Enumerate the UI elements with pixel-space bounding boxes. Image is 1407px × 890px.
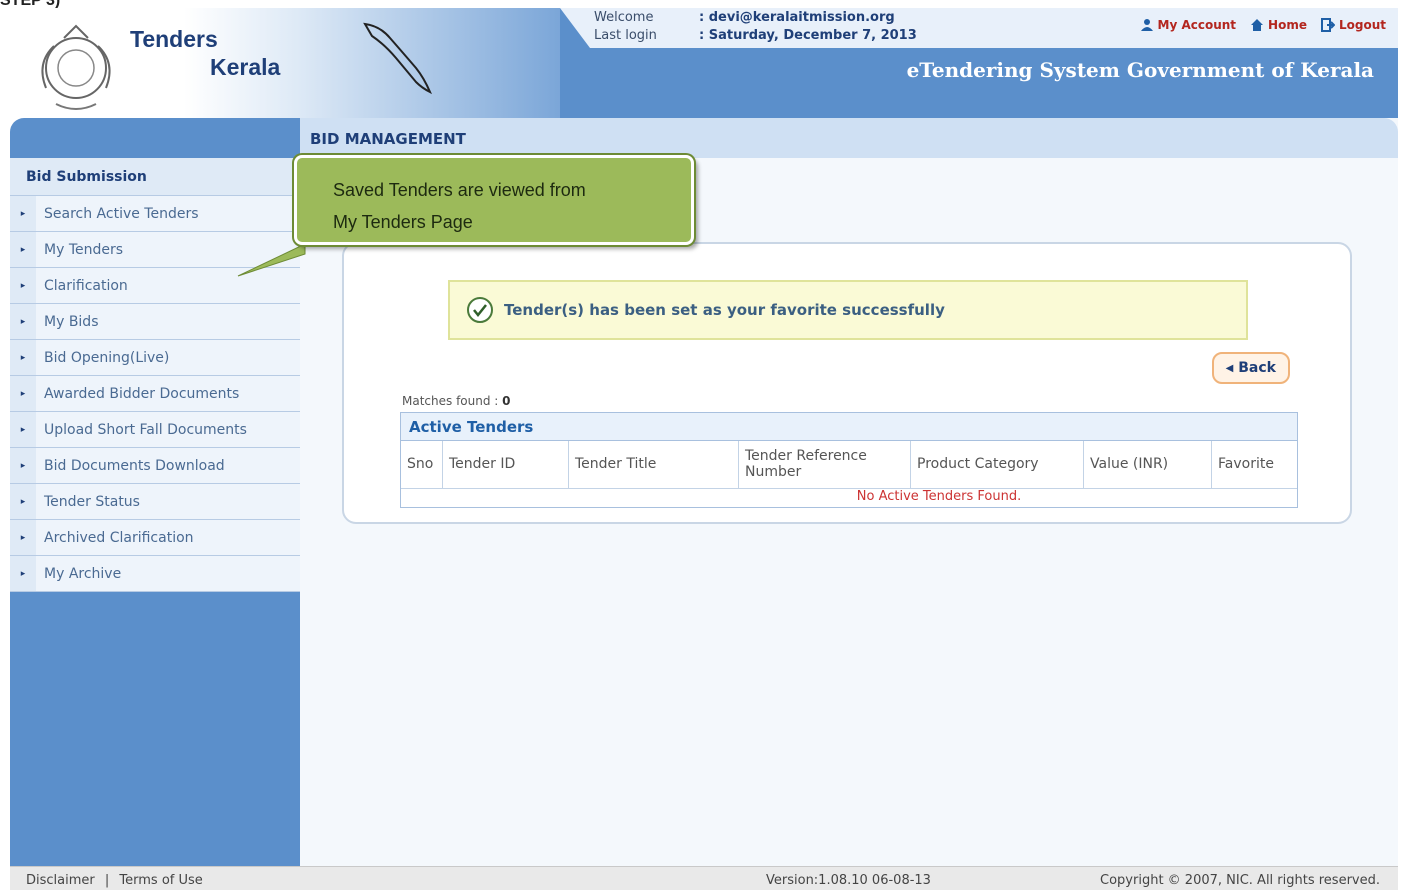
column-header[interactable]: Favorite xyxy=(1212,441,1292,488)
bullet-arrow-icon: ▸ xyxy=(10,556,36,591)
logo-title-kerala: Kerala xyxy=(210,54,281,80)
column-header[interactable]: Tender Title xyxy=(569,441,739,488)
footer-links: Disclaimer | Terms of Use xyxy=(26,873,203,888)
sidebar-top xyxy=(10,118,300,158)
logo-title-tenders: Tenders xyxy=(130,26,218,52)
callout-annotation: Saved Tenders are viewed from My Tenders… xyxy=(294,155,694,245)
column-header[interactable]: Tender Reference Number xyxy=(739,441,911,488)
logout-icon xyxy=(1320,18,1335,32)
copyright-text: Copyright © 2007, NIC. All rights reserv… xyxy=(1100,873,1380,888)
logo-area: Tenders Kerala xyxy=(10,8,300,128)
success-message-box: Tender(s) has been set as your favorite … xyxy=(448,280,1248,340)
footer: Disclaimer | Terms of Use Version:1.08.1… xyxy=(10,866,1398,890)
home-icon xyxy=(1251,19,1264,31)
sidebar-item[interactable]: ▸ Bid Opening(Live) xyxy=(10,340,300,376)
welcome-label: Welcome xyxy=(594,10,654,25)
sidebar-item[interactable]: ▸ Bid Documents Download xyxy=(10,448,300,484)
callout-pointer-icon xyxy=(237,243,306,277)
callout-line-2: My Tenders Page xyxy=(333,212,473,232)
success-message-text: Tender(s) has been set as your favorite … xyxy=(504,301,945,319)
back-button-label: Back xyxy=(1238,360,1276,376)
bullet-arrow-icon: ▸ xyxy=(10,268,36,303)
table-empty-message: No Active Tenders Found. xyxy=(856,489,1022,504)
site-header: Tenders Kerala Welcome : devi@keralaitmis… xyxy=(10,8,1398,128)
matches-label: Matches found : xyxy=(402,394,499,408)
sidebar-item[interactable]: ▸ My Bids xyxy=(10,304,300,340)
column-header[interactable]: Product Category xyxy=(911,441,1084,488)
sidebar-item-label: My Bids xyxy=(44,313,99,330)
sidebar: Bid Submission ▸ Search Active Tenders ▸ My… xyxy=(10,118,300,866)
map-area xyxy=(300,8,560,128)
system-title: eTendering System Government of Kerala xyxy=(906,58,1374,82)
back-button[interactable]: ◀ Back xyxy=(1211,352,1290,384)
sidebar-item-label: Upload Short Fall Documents xyxy=(44,421,247,438)
sidebar-item[interactable]: ▸ Tender Status xyxy=(10,484,300,520)
bullet-arrow-icon: ▸ xyxy=(10,448,36,483)
callout-line-1: Saved Tenders are viewed from xyxy=(333,180,586,200)
check-circle-icon xyxy=(467,297,493,323)
sidebar-item-label: Bid Opening(Live) xyxy=(44,349,170,366)
back-arrow-icon: ◀ xyxy=(1225,362,1234,374)
sidebar-item[interactable]: ▸ Upload Short Fall Documents xyxy=(10,412,300,448)
footer-separator: | xyxy=(104,873,110,888)
welcome-row: Welcome : devi@keralaitmission.org xyxy=(594,10,895,25)
sidebar-item-label: Search Active Tenders xyxy=(44,205,199,222)
bullet-arrow-icon: ▸ xyxy=(10,232,36,267)
sidebar-item-label: Tender Status xyxy=(44,493,140,510)
sidebar-item-label: Archived Clarification xyxy=(44,529,194,546)
top-links: My Account Home Logout xyxy=(1140,18,1386,32)
bullet-arrow-icon: ▸ xyxy=(10,484,36,519)
logout-link[interactable]: Logout xyxy=(1320,18,1386,32)
sidebar-item-label: Awarded Bidder Documents xyxy=(44,385,240,402)
active-tenders-table: Active Tenders Sno Tender ID Tender Title T… xyxy=(400,412,1298,508)
bullet-arrow-icon: ▸ xyxy=(10,376,36,411)
disclaimer-link[interactable]: Disclaimer xyxy=(26,873,95,888)
sidebar-heading: Bid Submission xyxy=(10,158,300,196)
user-icon xyxy=(1140,19,1153,31)
last-login-row: Last login : Saturday, December 7, 2013 xyxy=(594,28,917,43)
page-title: BID MANAGEMENT xyxy=(300,118,1398,158)
column-header[interactable]: Sno xyxy=(401,441,443,488)
sidebar-item-label: My Tenders xyxy=(44,241,124,258)
matches-count: 0 xyxy=(502,394,511,408)
terms-link[interactable]: Terms of Use xyxy=(119,873,202,888)
sidebar-item[interactable]: ▸ Search Active Tenders xyxy=(10,196,300,232)
column-header[interactable]: Value (INR) xyxy=(1084,441,1212,488)
table-header-row: Sno Tender ID Tender Title Tender Reference… xyxy=(401,441,1297,489)
sidebar-item[interactable]: ▸ Awarded Bidder Documents xyxy=(10,376,300,412)
matches-found: Matches found : 0 xyxy=(402,394,511,408)
bullet-arrow-icon: ▸ xyxy=(10,340,36,375)
home-label: Home xyxy=(1268,18,1307,32)
welcome-email: : devi@keralaitmission.org xyxy=(699,10,895,25)
last-login-value: : Saturday, December 7, 2013 xyxy=(699,28,917,43)
kerala-map-icon xyxy=(363,22,432,95)
kerala-emblem-icon xyxy=(41,24,111,110)
bullet-arrow-icon: ▸ xyxy=(10,196,36,231)
bullet-arrow-icon: ▸ xyxy=(10,520,36,555)
home-link[interactable]: Home xyxy=(1250,18,1307,32)
sidebar-item-label: Bid Documents Download xyxy=(44,457,225,474)
last-login-label: Last login xyxy=(594,28,657,43)
sidebar-item-label: Clarification xyxy=(44,277,128,294)
sidebar-item[interactable]: ▸ Archived Clarification xyxy=(10,520,300,556)
sidebar-item[interactable]: ▸ My Archive xyxy=(10,556,300,592)
version-text: Version:1.08.10 06-08-13 xyxy=(766,873,931,888)
table-caption: Active Tenders xyxy=(401,413,1297,441)
my-account-link[interactable]: My Account xyxy=(1140,18,1237,32)
bullet-arrow-icon: ▸ xyxy=(10,412,36,447)
column-header[interactable]: Tender ID xyxy=(443,441,569,488)
bullet-arrow-icon: ▸ xyxy=(10,304,36,339)
content-panel: Tender(s) has been set as your favorite … xyxy=(342,242,1352,524)
sidebar-item-label: My Archive xyxy=(44,565,122,582)
my-account-label: My Account xyxy=(1157,18,1237,32)
logout-label: Logout xyxy=(1338,18,1386,32)
